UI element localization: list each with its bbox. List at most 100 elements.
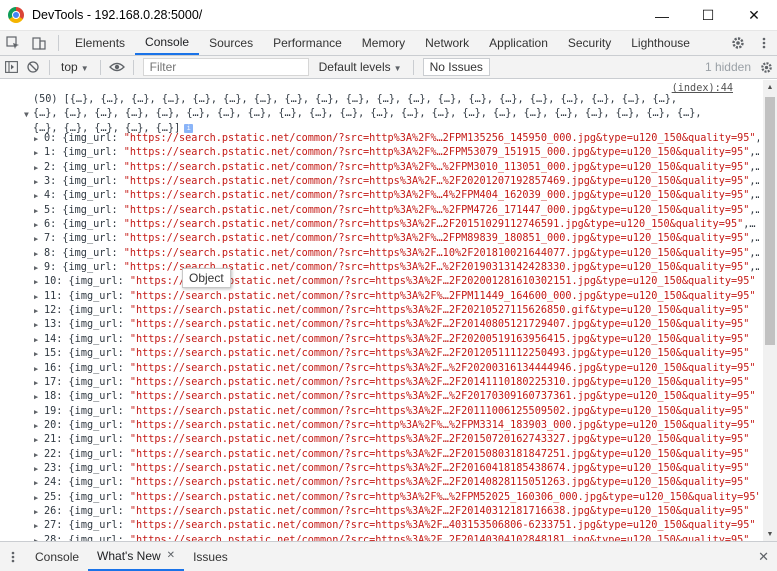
collapsed-triangle-icon[interactable]: ▶ bbox=[34, 204, 38, 218]
array-entry-row[interactable]: ▶ 8: {img_url: "https://search.pstatic.ne… bbox=[34, 247, 759, 261]
collapsed-triangle-icon[interactable]: ▶ bbox=[34, 161, 38, 175]
scroll-down-arrow-icon[interactable]: ▼ bbox=[763, 527, 777, 541]
drawer-tab-whats-new[interactable]: What's New ✕ bbox=[88, 542, 185, 571]
collapsed-triangle-icon[interactable]: ▶ bbox=[34, 132, 38, 146]
clear-console-icon[interactable] bbox=[22, 56, 44, 78]
tab-console[interactable]: Console bbox=[135, 31, 200, 55]
collapsed-triangle-icon[interactable]: ▶ bbox=[34, 261, 38, 275]
tab-performance[interactable]: Performance bbox=[263, 31, 352, 55]
collapsed-triangle-icon[interactable]: ▶ bbox=[34, 519, 38, 533]
entry-key: : {img_url: bbox=[50, 247, 124, 259]
array-entry-row[interactable]: ▶ 19: {img_url: "https://search.pstatic.n… bbox=[34, 405, 759, 419]
minimize-button[interactable]: — bbox=[639, 0, 685, 31]
array-entry-row[interactable]: ▶ 7: {img_url: "https://search.pstatic.ne… bbox=[34, 232, 759, 246]
entry-url-value: "https://search.pstatic.net/common/?src=… bbox=[129, 333, 750, 345]
vertical-scrollbar[interactable]: ▲ ▼ bbox=[763, 80, 777, 541]
tab-elements[interactable]: Elements bbox=[65, 31, 135, 55]
array-entry-row[interactable]: ▶ 4: {img_url: "https://search.pstatic.ne… bbox=[34, 189, 759, 203]
scrollbar-thumb[interactable] bbox=[765, 97, 775, 345]
expanded-triangle-icon[interactable]: ▼ bbox=[24, 108, 29, 122]
more-options-icon[interactable] bbox=[751, 31, 777, 55]
device-toolbar-icon[interactable] bbox=[26, 31, 52, 55]
array-entry-row[interactable]: ▶ 14: {img_url: "https://search.pstatic.n… bbox=[34, 333, 759, 347]
maximize-button[interactable]: ☐ bbox=[685, 0, 731, 31]
tab-sources[interactable]: Sources bbox=[199, 31, 263, 55]
close-window-button[interactable]: ✕ bbox=[731, 0, 777, 31]
live-expression-eye-icon[interactable] bbox=[106, 56, 128, 78]
tab-application[interactable]: Application bbox=[479, 31, 558, 55]
array-entry-row[interactable]: ▶ 25: {img_url: "https://search.pstatic.n… bbox=[34, 491, 759, 505]
collapsed-triangle-icon[interactable]: ▶ bbox=[34, 505, 38, 519]
collapsed-triangle-icon[interactable]: ▶ bbox=[34, 175, 38, 189]
array-entry-row[interactable]: ▶ 28: {img_url: "https://search.pstatic.n… bbox=[34, 534, 759, 541]
collapsed-triangle-icon[interactable]: ▶ bbox=[34, 304, 38, 318]
collapsed-triangle-icon[interactable]: ▶ bbox=[34, 376, 38, 390]
array-entry-row[interactable]: ▶ 2: {img_url: "https://search.pstatic.ne… bbox=[34, 161, 759, 175]
console-output[interactable]: (index):44 (50) [{…}, {…}, {…}, {…}, {…}… bbox=[0, 80, 763, 541]
array-entry-row[interactable]: ▶ 1: {img_url: "https://search.pstatic.ne… bbox=[34, 146, 759, 160]
collapsed-triangle-icon[interactable]: ▶ bbox=[34, 405, 38, 419]
tab-network[interactable]: Network bbox=[415, 31, 479, 55]
show-sidebar-icon[interactable] bbox=[0, 56, 22, 78]
collapsed-triangle-icon[interactable]: ▶ bbox=[34, 433, 38, 447]
array-entry-row[interactable]: ▶ 6: {img_url: "https://search.pstatic.ne… bbox=[34, 218, 759, 232]
array-entry-row[interactable]: ▶ 0: {img_url: "https://search.pstatic.ne… bbox=[34, 132, 759, 146]
array-entry-row[interactable]: ▶ 20: {img_url: "https://search.pstatic.n… bbox=[34, 419, 759, 433]
collapsed-triangle-icon[interactable]: ▶ bbox=[34, 290, 38, 304]
array-entry-row[interactable]: ▶ 9: {img_url: "https://search.pstatic.ne… bbox=[34, 261, 759, 275]
collapsed-triangle-icon[interactable]: ▶ bbox=[34, 275, 38, 289]
array-entry-row[interactable]: ▶ 13: {img_url: "https://search.pstatic.n… bbox=[34, 318, 759, 332]
issues-button[interactable]: No Issues bbox=[422, 58, 490, 76]
console-settings-gear-icon[interactable] bbox=[755, 56, 777, 78]
collapsed-triangle-icon[interactable]: ▶ bbox=[34, 189, 38, 203]
close-drawer-icon[interactable]: ✕ bbox=[758, 549, 769, 565]
collapsed-triangle-icon[interactable]: ▶ bbox=[34, 448, 38, 462]
array-entry-row[interactable]: ▶ 11: {img_url: "https://search.pstatic.n… bbox=[34, 290, 759, 304]
array-entry-row[interactable]: ▶ 22: {img_url: "https://search.pstatic.n… bbox=[34, 448, 759, 462]
array-entry-row[interactable]: ▶ 12: {img_url: "https://search.pstatic.n… bbox=[34, 304, 759, 318]
collapsed-triangle-icon[interactable]: ▶ bbox=[34, 390, 38, 404]
log-levels-dropdown[interactable]: Default levels ▼ bbox=[313, 60, 408, 74]
array-entry-row[interactable]: ▶ 15: {img_url: "https://search.pstatic.n… bbox=[34, 347, 759, 361]
array-entry-row[interactable]: ▶ 16: {img_url: "https://search.pstatic.n… bbox=[34, 362, 759, 376]
collapsed-triangle-icon[interactable]: ▶ bbox=[34, 347, 38, 361]
collapsed-triangle-icon[interactable]: ▶ bbox=[34, 232, 38, 246]
drawer-menu-icon[interactable] bbox=[0, 542, 26, 571]
array-entry-row[interactable]: ▶ 27: {img_url: "https://search.pstatic.n… bbox=[34, 519, 759, 533]
context-selector[interactable]: top ▼ bbox=[55, 60, 95, 74]
collapsed-triangle-icon[interactable]: ▶ bbox=[34, 247, 38, 261]
array-entry-row[interactable]: ▶ 23: {img_url: "https://search.pstatic.n… bbox=[34, 462, 759, 476]
filter-input[interactable]: Filter bbox=[142, 58, 309, 76]
array-entry-row[interactable]: ▶ 18: {img_url: "https://search.pstatic.n… bbox=[34, 390, 759, 404]
inspect-element-icon[interactable] bbox=[0, 31, 26, 55]
collapsed-triangle-icon[interactable]: ▶ bbox=[34, 362, 38, 376]
drawer-tab-issues[interactable]: Issues bbox=[184, 542, 237, 571]
collapsed-triangle-icon[interactable]: ▶ bbox=[34, 218, 38, 232]
collapsed-triangle-icon[interactable]: ▶ bbox=[34, 476, 38, 490]
array-entry-row[interactable]: ▶ 26: {img_url: "https://search.pstatic.n… bbox=[34, 505, 759, 519]
entry-url-value: "https://search.pstatic.net/common/?src=… bbox=[129, 477, 750, 489]
collapsed-triangle-icon[interactable]: ▶ bbox=[34, 534, 38, 541]
drawer-tab-console[interactable]: Console bbox=[26, 542, 88, 571]
array-entry-row[interactable]: ▶ 21: {img_url: "https://search.pstatic.n… bbox=[34, 433, 759, 447]
collapsed-triangle-icon[interactable]: ▶ bbox=[34, 146, 38, 160]
array-entry-row[interactable]: ▶ 3: {img_url: "https://search.pstatic.ne… bbox=[34, 175, 759, 189]
collapsed-triangle-icon[interactable]: ▶ bbox=[34, 462, 38, 476]
array-entry-row[interactable]: ▶ 5: {img_url: "https://search.pstatic.ne… bbox=[34, 204, 759, 218]
entry-url-value: "https://search.pstatic.net/common/?src=… bbox=[129, 305, 750, 317]
close-tab-icon[interactable]: ✕ bbox=[167, 550, 175, 561]
collapsed-triangle-icon[interactable]: ▶ bbox=[34, 419, 38, 433]
tab-security[interactable]: Security bbox=[558, 31, 621, 55]
entry-index: 21 bbox=[44, 434, 57, 446]
collapsed-triangle-icon[interactable]: ▶ bbox=[34, 333, 38, 347]
array-entry-row[interactable]: ▶ 10: {img_url: "https://search.pstatic.n… bbox=[34, 275, 759, 289]
collapsed-triangle-icon[interactable]: ▶ bbox=[34, 491, 38, 505]
scroll-up-arrow-icon[interactable]: ▲ bbox=[763, 80, 777, 94]
collapsed-triangle-icon[interactable]: ▶ bbox=[34, 318, 38, 332]
array-entry-row[interactable]: ▶ 24: {img_url: "https://search.pstatic.n… bbox=[34, 476, 759, 490]
tab-memory[interactable]: Memory bbox=[352, 31, 415, 55]
array-summary[interactable]: (50) [{…}, {…}, {…}, {…}, {…}, {…}, {…},… bbox=[33, 93, 753, 136]
array-entry-row[interactable]: ▶ 17: {img_url: "https://search.pstatic.n… bbox=[34, 376, 759, 390]
tab-lighthouse[interactable]: Lighthouse bbox=[621, 31, 700, 55]
settings-gear-icon[interactable] bbox=[725, 31, 751, 55]
